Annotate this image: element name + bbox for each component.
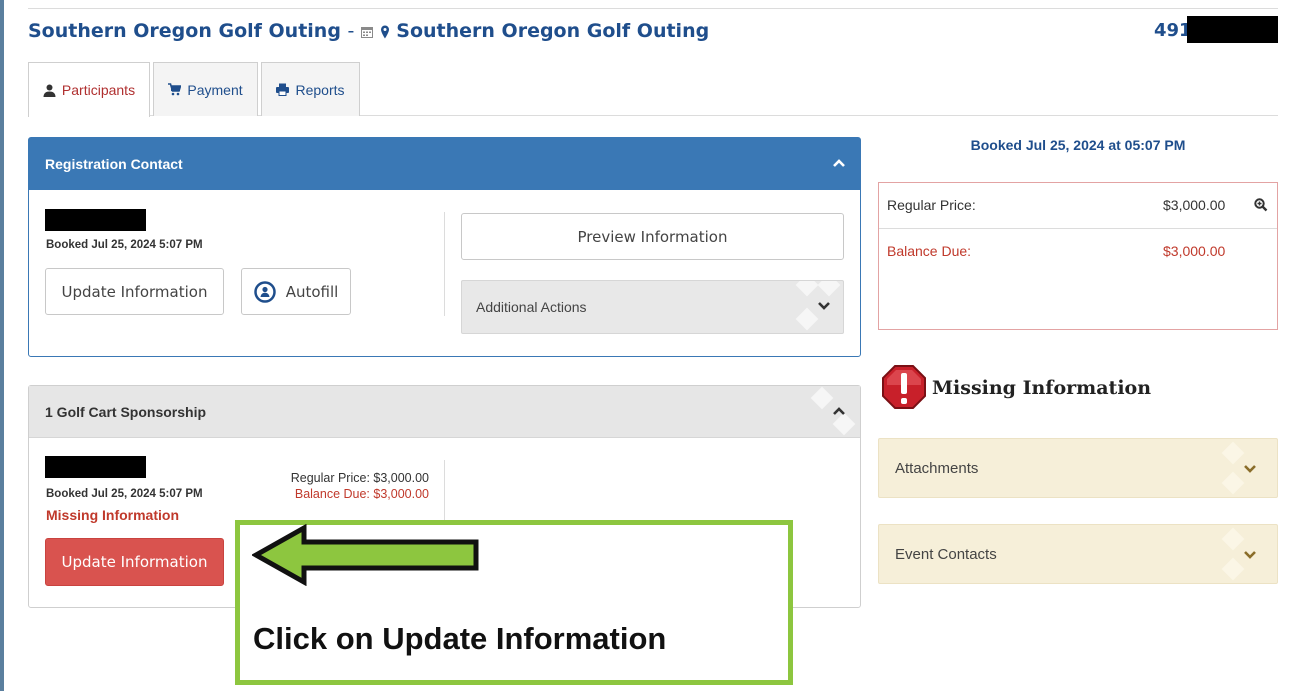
pattern-decoration [1221,557,1245,581]
autofill-button[interactable]: Autofill [241,268,351,315]
tab-participants[interactable]: Participants [28,62,150,117]
tab-participants-label: Participants [61,82,136,98]
chevron-up-icon[interactable] [832,404,846,418]
chevron-up-icon[interactable] [832,156,846,170]
event-contacts-label: Event Contacts [895,545,997,563]
chevron-down-icon[interactable] [1243,548,1257,562]
registration-contact-panel: Registration Contact Booked Jul 25, 2024… [28,137,861,357]
update-information-label: Update Information [61,282,208,301]
user-circle-icon [253,280,276,303]
chevron-down-icon[interactable] [817,299,831,313]
pattern-decoration [1221,471,1245,495]
regular-price-value: $3,000.00 [1163,197,1226,213]
tab-reports[interactable]: Reports [261,62,360,116]
event-contacts-accordion[interactable]: Event Contacts [878,524,1278,584]
pattern-decoration [810,386,834,410]
tab-bar: Participants Payment Reports [28,62,1278,117]
additional-actions-label: Additional Actions [476,299,587,315]
participant-booked-date: Booked Jul 25, 2024 5:07 PM [46,488,203,500]
regular-price-row: Regular Price: $3,000.00 [879,183,1277,229]
calendar-icon[interactable] [361,26,374,38]
attachments-accordion[interactable]: Attachments [878,438,1278,498]
booking-reference: 491 [1154,20,1192,41]
participant-missing-information: Missing Information [46,507,179,523]
tab-reports-label: Reports [295,81,345,98]
pattern-decoration [795,307,819,331]
map-marker-icon[interactable] [380,25,390,39]
redacted-reference [1187,16,1278,43]
balance-due-label: Balance Due: [887,243,972,259]
sponsorship-title: 1 Golf Cart Sponsorship [45,403,207,420]
instruction-text: Click on Update Information [253,621,667,656]
contact-booked-date: Booked Jul 25, 2024 5:07 PM [46,239,203,251]
update-information-button[interactable]: Update Information [45,268,224,315]
booked-heading: Booked Jul 25, 2024 at 05:07 PM [970,137,1186,153]
page-title: Southern Oregon Golf Outing - Southern O… [28,20,709,42]
registration-contact-title: Registration Contact [45,156,183,172]
registration-contact-header[interactable]: Registration Contact [29,138,860,190]
left-edge-rule [0,0,4,691]
balance-due-row: Balance Due: $3,000.00 [879,229,1277,275]
top-divider [28,8,1278,9]
cart-icon [168,83,182,96]
event-title: Southern Oregon Golf Outing [28,20,341,42]
redacted-participant-name [45,456,146,478]
autofill-label: Autofill [285,282,339,301]
pattern-decoration [817,281,841,297]
missing-information-title: Missing Information [932,377,1152,399]
warning-icon [882,365,926,409]
additional-actions-dropdown[interactable]: Additional Actions [461,280,844,334]
left-arrow-icon [252,524,479,586]
pattern-decoration [1221,527,1245,551]
print-icon [276,83,290,96]
contact-divider [444,212,445,316]
balance-due-value: $3,000.00 [1163,243,1226,259]
missing-information-heading: Missing Information [880,362,1151,414]
title-separator: - [347,20,355,42]
redacted-contact-name [45,209,146,231]
participant-update-information-label: Update Information [61,553,208,571]
participant-regular-price: Regular Price: $3,000.00 [290,471,429,485]
sponsorship-header[interactable]: 1 Golf Cart Sponsorship [29,386,860,438]
attachments-label: Attachments [895,459,979,477]
regular-price-label: Regular Price: [887,197,976,213]
tab-payment-label: Payment [187,81,243,98]
participant-balance-due: Balance Due: $3,000.00 [294,487,429,501]
price-summary: Regular Price: $3,000.00 Balance Due: $3… [878,182,1278,330]
pattern-decoration [795,281,819,297]
location-title[interactable]: Southern Oregon Golf Outing [396,20,709,42]
pattern-decoration [1221,441,1245,465]
preview-information-label: Preview Information [577,227,728,246]
preview-information-button[interactable]: Preview Information [461,213,844,260]
chevron-down-icon[interactable] [1243,462,1257,476]
tab-payment[interactable]: Payment [153,62,258,116]
zoom-icon[interactable] [1254,198,1268,212]
participant-update-information-button[interactable]: Update Information [45,538,224,586]
user-icon [43,84,56,97]
